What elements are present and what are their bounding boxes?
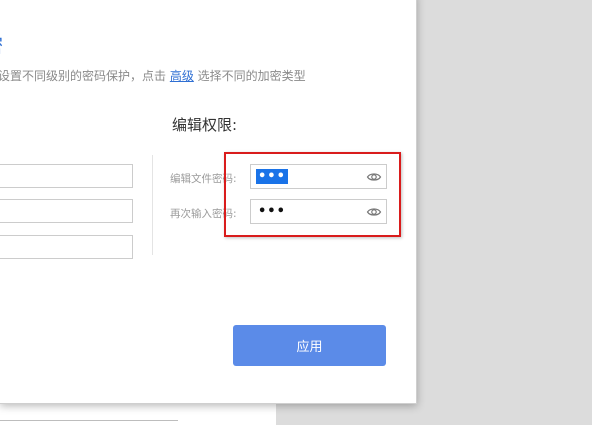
- description-text-tail: 选择不同的加密类型: [193, 69, 306, 83]
- apply-button[interactable]: 应用: [233, 325, 386, 366]
- edit-password-field[interactable]: •••: [250, 164, 387, 189]
- dialog-title: 密: [0, 31, 3, 58]
- open-password-confirm-field[interactable]: [0, 199, 133, 223]
- edit-password-label: 编辑文件密码:: [170, 173, 237, 185]
- confirm-password-label: 再次输入密码:: [170, 208, 237, 220]
- edit-password-value: •••: [256, 169, 288, 184]
- document-line: [0, 420, 178, 421]
- open-password-field[interactable]: [0, 164, 133, 188]
- encrypt-dialog: 密 档设置不同级别的密码保护，点击 高级 选择不同的加密类型 编辑权限: 编辑文…: [0, 0, 417, 404]
- dialog-description: 档设置不同级别的密码保护，点击 高级 选择不同的加密类型: [0, 67, 306, 84]
- eye-icon[interactable]: [366, 204, 382, 220]
- description-text: 档设置不同级别的密码保护，点击: [0, 69, 170, 83]
- password-hint-field[interactable]: [0, 235, 133, 259]
- advanced-link[interactable]: 高级: [170, 69, 194, 83]
- section-divider: [152, 155, 153, 255]
- eye-icon[interactable]: [366, 169, 382, 185]
- edit-permission-heading: 编辑权限:: [172, 116, 238, 134]
- confirm-password-value: •••: [258, 204, 286, 219]
- confirm-password-field[interactable]: •••: [250, 199, 387, 224]
